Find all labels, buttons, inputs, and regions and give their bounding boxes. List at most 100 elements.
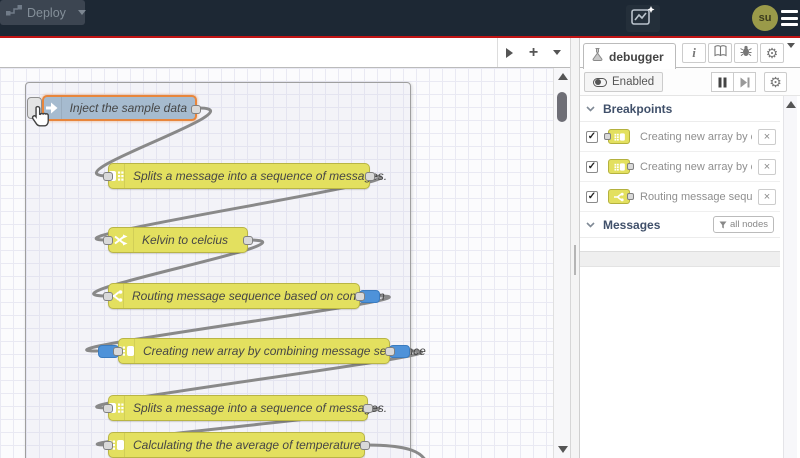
- messages-footer-band: [580, 252, 780, 267]
- user-avatar[interactable]: su: [752, 5, 778, 31]
- flow-tabbar-tools: +: [497, 38, 569, 67]
- chevron-down-icon: [553, 50, 562, 55]
- add-flow-button[interactable]: +: [522, 42, 544, 64]
- pause-icon: [718, 77, 727, 87]
- debug-tab-button[interactable]: [734, 43, 758, 63]
- deploy-label: Deploy: [27, 5, 66, 20]
- output-port[interactable]: [355, 292, 365, 301]
- filter-label: all nodes: [729, 219, 768, 230]
- step-icon: [740, 77, 749, 87]
- flow-canvas[interactable]: Inject the sample data Splits a message …: [0, 68, 554, 458]
- settings-tab-button[interactable]: ⚙: [760, 43, 784, 63]
- output-port[interactable]: [191, 105, 201, 114]
- breakpoint-label: Routing message sequence based on condit…: [640, 190, 752, 203]
- info-tab-button[interactable]: i: [682, 43, 706, 63]
- node-label: Kelvin to celcius: [142, 233, 229, 247]
- workspace: + Inject the sample data Splits a messag…: [0, 38, 570, 458]
- node-label: Calculating the the average of temperatu…: [133, 438, 361, 452]
- output-port[interactable]: [243, 236, 253, 245]
- deploy-button[interactable]: Deploy: [0, 0, 86, 25]
- flow-tabbar: +: [0, 38, 570, 68]
- input-port[interactable]: [103, 404, 113, 413]
- breakpoint-label: Creating new array by combining message …: [640, 160, 752, 173]
- node-join-2[interactable]: Calculating the the average of temperatu…: [103, 432, 370, 458]
- node-label: Inject the sample data: [69, 101, 187, 115]
- output-port[interactable]: [360, 441, 370, 450]
- remove-breakpoint-button[interactable]: ×: [758, 188, 776, 205]
- scroll-down-icon[interactable]: [558, 446, 568, 453]
- output-port-icon: [627, 193, 634, 200]
- input-port[interactable]: [103, 292, 113, 301]
- flow-list-button[interactable]: [546, 42, 568, 64]
- node-red-app: Deploy su + Inject the sample data Split…: [0, 0, 800, 458]
- assistant-button[interactable]: [626, 5, 660, 32]
- breakpoint-checkbox[interactable]: ✓: [586, 160, 598, 173]
- scroll-up-icon[interactable]: [786, 101, 796, 108]
- debugger-enabled-toggle[interactable]: Enabled: [584, 72, 664, 92]
- gear-icon: ⚙: [765, 45, 779, 61]
- section-breakpoints-header[interactable]: Breakpoints: [580, 96, 780, 122]
- node-change[interactable]: Kelvin to celcius: [103, 227, 253, 253]
- mini-join-node-icon: [608, 159, 634, 174]
- debugger-settings-button[interactable]: ⚙: [764, 72, 787, 92]
- input-port[interactable]: [103, 441, 113, 450]
- scroll-tabs-right-button[interactable]: [499, 42, 521, 64]
- canvas-vertical-scrollbar[interactable]: [553, 68, 570, 458]
- chevron-down-icon: [586, 221, 595, 228]
- scroll-up-icon[interactable]: [558, 73, 568, 80]
- wire-join2-out: [363, 443, 426, 458]
- sidebar-scrollbar[interactable]: [783, 96, 797, 458]
- remove-breakpoint-button[interactable]: ×: [758, 128, 776, 145]
- remove-breakpoint-button[interactable]: ×: [758, 158, 776, 175]
- output-port[interactable]: [363, 404, 373, 413]
- output-port[interactable]: [365, 172, 375, 181]
- enabled-label: Enabled: [612, 76, 655, 88]
- sidebar: debugger i ⚙ Enabled ⚙ Breakpoints ✓ Cre…: [580, 38, 800, 458]
- messages-title: Messages: [603, 217, 661, 232]
- step-button[interactable]: [733, 72, 756, 92]
- sidebar-splitter[interactable]: [570, 38, 580, 458]
- input-port[interactable]: [113, 347, 123, 356]
- triangle-right-icon: [506, 47, 514, 58]
- breakpoint-label: Creating new array by combining message …: [640, 130, 752, 143]
- deploy-icon: [6, 4, 22, 22]
- assistant-icon: [630, 5, 656, 32]
- node-label: Splits a message into a sequence of mess…: [133, 401, 388, 415]
- breakpoint-checkbox[interactable]: ✓: [586, 130, 598, 143]
- mouse-cursor-hand-icon: [30, 105, 52, 134]
- info-icon: i: [692, 45, 696, 60]
- breakpoint-row: ✓ Routing message sequence based on cond…: [580, 182, 780, 212]
- plus-icon: +: [528, 43, 539, 61]
- messages-empty-area: [580, 238, 780, 252]
- debugger-toolbar: Enabled ⚙: [580, 68, 800, 96]
- debugger-sections: Breakpoints ✓ Creating new array by comb…: [580, 96, 780, 267]
- pause-button[interactable]: [711, 72, 734, 92]
- message-filter-button[interactable]: all nodes: [712, 216, 774, 233]
- input-port[interactable]: [103, 236, 113, 245]
- output-port[interactable]: [385, 347, 395, 356]
- node-split-1[interactable]: Splits a message into a sequence of mess…: [103, 163, 387, 189]
- output-port-icon: [627, 163, 634, 170]
- breakpoint-checkbox[interactable]: ✓: [586, 190, 598, 203]
- hamburger-icon: [781, 10, 798, 13]
- node-inject[interactable]: Inject the sample data: [42, 95, 201, 121]
- sidebar-menu-button[interactable]: [787, 43, 795, 66]
- node-label: Splits a message into a sequence of mess…: [133, 169, 388, 183]
- scrollbar-thumb[interactable]: [557, 92, 567, 122]
- bug-icon: [740, 44, 752, 62]
- breakpoints-title: Breakpoints: [603, 101, 673, 116]
- input-port[interactable]: [103, 172, 113, 181]
- node-split-2[interactable]: Splits a message into a sequence of mess…: [103, 395, 387, 421]
- deploy-caret-icon[interactable]: [77, 10, 86, 15]
- breakpoint-row: ✓ Creating new array by combining messag…: [580, 122, 780, 152]
- node-switch[interactable]: Routing message sequence based on condit…: [103, 283, 385, 309]
- tab-debugger[interactable]: debugger: [583, 43, 676, 69]
- flask-icon: [592, 47, 603, 66]
- help-tab-button[interactable]: [708, 43, 732, 63]
- node-join-1[interactable]: Creating new array by combining message …: [98, 338, 426, 364]
- section-messages-header[interactable]: Messages all nodes: [580, 212, 780, 238]
- mini-switch-node-icon: [608, 189, 634, 204]
- gear-icon: ⚙: [769, 74, 782, 90]
- main-menu-button[interactable]: [781, 10, 798, 26]
- chevron-down-icon: [586, 105, 595, 112]
